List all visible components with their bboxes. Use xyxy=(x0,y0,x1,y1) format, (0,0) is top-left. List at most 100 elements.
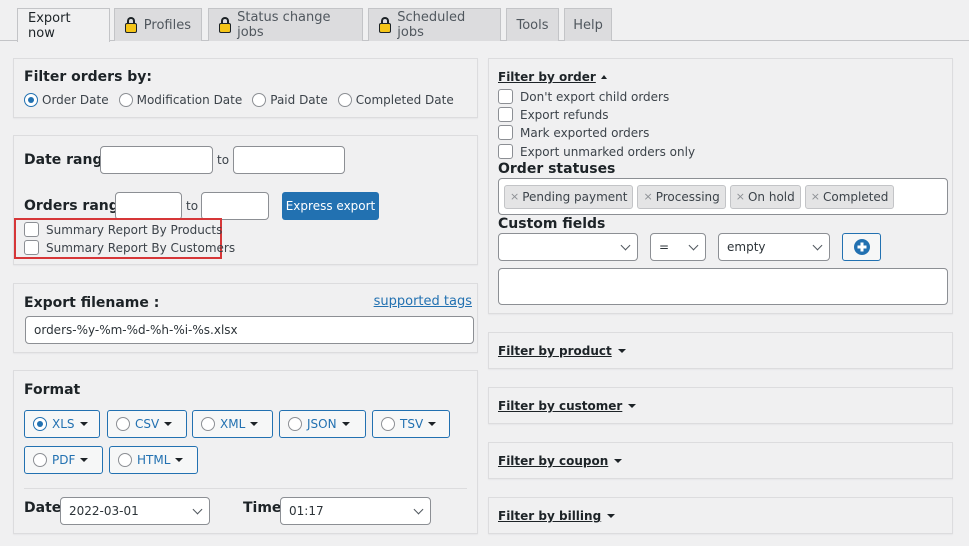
to-label: to xyxy=(217,153,230,167)
condition-select[interactable]: empty xyxy=(718,233,830,261)
tab-label: Help xyxy=(573,17,603,33)
orders-to-input[interactable] xyxy=(201,192,269,220)
checkbox-label: Export unmarked orders only xyxy=(520,144,696,159)
format-label: TSV xyxy=(400,417,424,431)
paid-date-radio[interactable] xyxy=(252,93,267,107)
remove-icon[interactable]: × xyxy=(811,190,820,203)
xls-radio[interactable] xyxy=(33,417,47,431)
chevron-down-icon xyxy=(413,504,424,514)
order-date-label: Order Date xyxy=(42,93,109,107)
date-select[interactable]: 2022-03-01 xyxy=(60,497,210,525)
format-panel: Format XLS CSV XML JSON TSV PDF HTML Dat… xyxy=(13,370,478,534)
chevron-down-icon xyxy=(192,504,203,514)
format-label: HTML xyxy=(137,453,171,467)
date-to-input[interactable] xyxy=(233,146,345,174)
filter-by-customer-toggle[interactable]: Filter by customer xyxy=(498,399,637,413)
modification-date-label: Modification Date xyxy=(136,93,243,107)
format-divider xyxy=(24,488,467,489)
modification-date-radio[interactable] xyxy=(118,93,133,107)
remove-icon[interactable]: × xyxy=(510,190,519,203)
xml-radio[interactable] xyxy=(201,417,215,431)
filter-by-customer-title[interactable]: Filter by customer xyxy=(498,399,622,413)
export-filename-input[interactable]: orders-%y-%m-%d-%h-%i-%s.xlsx xyxy=(25,316,474,344)
caret-up-icon xyxy=(600,75,607,79)
summary-products-checkbox[interactable] xyxy=(24,222,39,237)
caret-down-icon xyxy=(80,458,89,462)
format-xml-option[interactable]: XML xyxy=(192,410,273,438)
tsv-radio[interactable] xyxy=(381,417,395,431)
orders-range-label: Orders range xyxy=(24,198,129,214)
filter-by-coupon-toggle[interactable]: Filter by coupon xyxy=(498,454,623,468)
filter-by-product-toggle[interactable]: Filter by product xyxy=(498,344,626,358)
filter-by-billing-title[interactable]: Filter by billing xyxy=(498,509,601,523)
dont-export-child-orders-checkbox[interactable] xyxy=(498,89,513,104)
completed-date-radio[interactable] xyxy=(337,93,352,107)
filter-orders-by-panel: Filter orders by: Order Date Modificatio… xyxy=(13,58,478,118)
filter-by-product-title[interactable]: Filter by product xyxy=(498,344,612,358)
tab-scheduled-jobs[interactable]: Scheduled jobs xyxy=(368,8,501,41)
date-from-input[interactable] xyxy=(100,146,213,174)
tab-status-change-jobs[interactable]: Status change jobs xyxy=(208,8,363,41)
caret-down-icon xyxy=(617,349,626,353)
caret-down-icon xyxy=(164,422,173,426)
tab-export-now[interactable]: Export now xyxy=(17,8,110,42)
format-tsv-option[interactable]: TSV xyxy=(372,410,450,438)
filter-by-billing-toggle[interactable]: Filter by billing xyxy=(498,509,616,523)
time-select[interactable]: 01:17 xyxy=(280,497,431,525)
format-csv-option[interactable]: CSV xyxy=(107,410,187,438)
json-radio[interactable] xyxy=(288,417,302,431)
caret-down-icon xyxy=(607,514,616,518)
chip-label: Processing xyxy=(655,189,720,204)
pdf-radio[interactable] xyxy=(33,453,47,467)
ranges-panel: Date range to Orders range to Express ex… xyxy=(13,135,478,265)
html-radio[interactable] xyxy=(118,453,132,467)
filter-by-order-toggle[interactable]: Filter by order xyxy=(498,70,607,84)
format-label: PDF xyxy=(52,453,76,467)
format-json-option[interactable]: JSON xyxy=(279,410,366,438)
custom-field-select[interactable] xyxy=(498,233,638,261)
time-label: Time xyxy=(243,500,282,516)
checkbox-label: Mark exported orders xyxy=(520,125,650,140)
chip-label: Completed xyxy=(822,189,889,204)
filter-by-coupon-title[interactable]: Filter by coupon xyxy=(498,454,608,468)
remove-icon[interactable]: × xyxy=(643,190,652,203)
tab-tools[interactable]: Tools xyxy=(506,8,559,41)
filter-orders-by-title: Filter orders by: xyxy=(24,69,153,85)
filter-by-order-title[interactable]: Filter by order xyxy=(498,70,596,84)
format-html-option[interactable]: HTML xyxy=(109,446,198,474)
csv-radio[interactable] xyxy=(116,417,130,431)
filter-by-billing-panel: Filter by billing xyxy=(488,497,953,534)
orders-from-input[interactable] xyxy=(115,192,182,220)
tab-help[interactable]: Help xyxy=(564,8,612,41)
caret-down-icon xyxy=(614,459,623,463)
order-date-radio[interactable] xyxy=(24,93,38,107)
summary-customers-label: Summary Report By Customers xyxy=(46,240,236,255)
tab-label: Profiles xyxy=(143,17,191,33)
format-label: XLS xyxy=(52,417,75,431)
status-chip: × On hold xyxy=(729,184,801,209)
format-xls-option[interactable]: XLS xyxy=(24,410,100,438)
supported-tags-link[interactable]: supported tags xyxy=(374,294,472,309)
operator-value: = xyxy=(659,240,670,254)
mark-exported-orders-checkbox[interactable] xyxy=(498,125,513,140)
export-unmarked-only-checkbox[interactable] xyxy=(498,144,513,159)
caret-down-icon xyxy=(79,422,88,426)
remove-icon[interactable]: × xyxy=(736,190,745,203)
tab-profiles[interactable]: Profiles xyxy=(114,8,202,41)
order-statuses-select[interactable]: × Pending payment × Processing × On hold × C… xyxy=(498,178,948,215)
chevron-down-icon xyxy=(688,240,699,250)
format-label: JSON xyxy=(307,417,337,431)
add-custom-field-button[interactable] xyxy=(842,233,881,261)
checkbox-label: Don't export child orders xyxy=(520,89,670,104)
summary-customers-checkbox[interactable] xyxy=(24,240,39,255)
export-refunds-checkbox[interactable] xyxy=(498,107,513,122)
format-pdf-option[interactable]: PDF xyxy=(24,446,103,474)
operator-select[interactable]: = xyxy=(650,233,706,261)
custom-fields-label: Custom fields xyxy=(498,216,606,232)
status-chip: × Processing xyxy=(637,184,726,209)
date-range-label: Date range xyxy=(24,152,112,168)
filter-by-customer-panel: Filter by customer xyxy=(488,387,953,424)
to-label: to xyxy=(186,199,199,213)
custom-fields-textarea[interactable] xyxy=(498,268,948,305)
express-export-button[interactable]: Express export xyxy=(282,192,379,220)
